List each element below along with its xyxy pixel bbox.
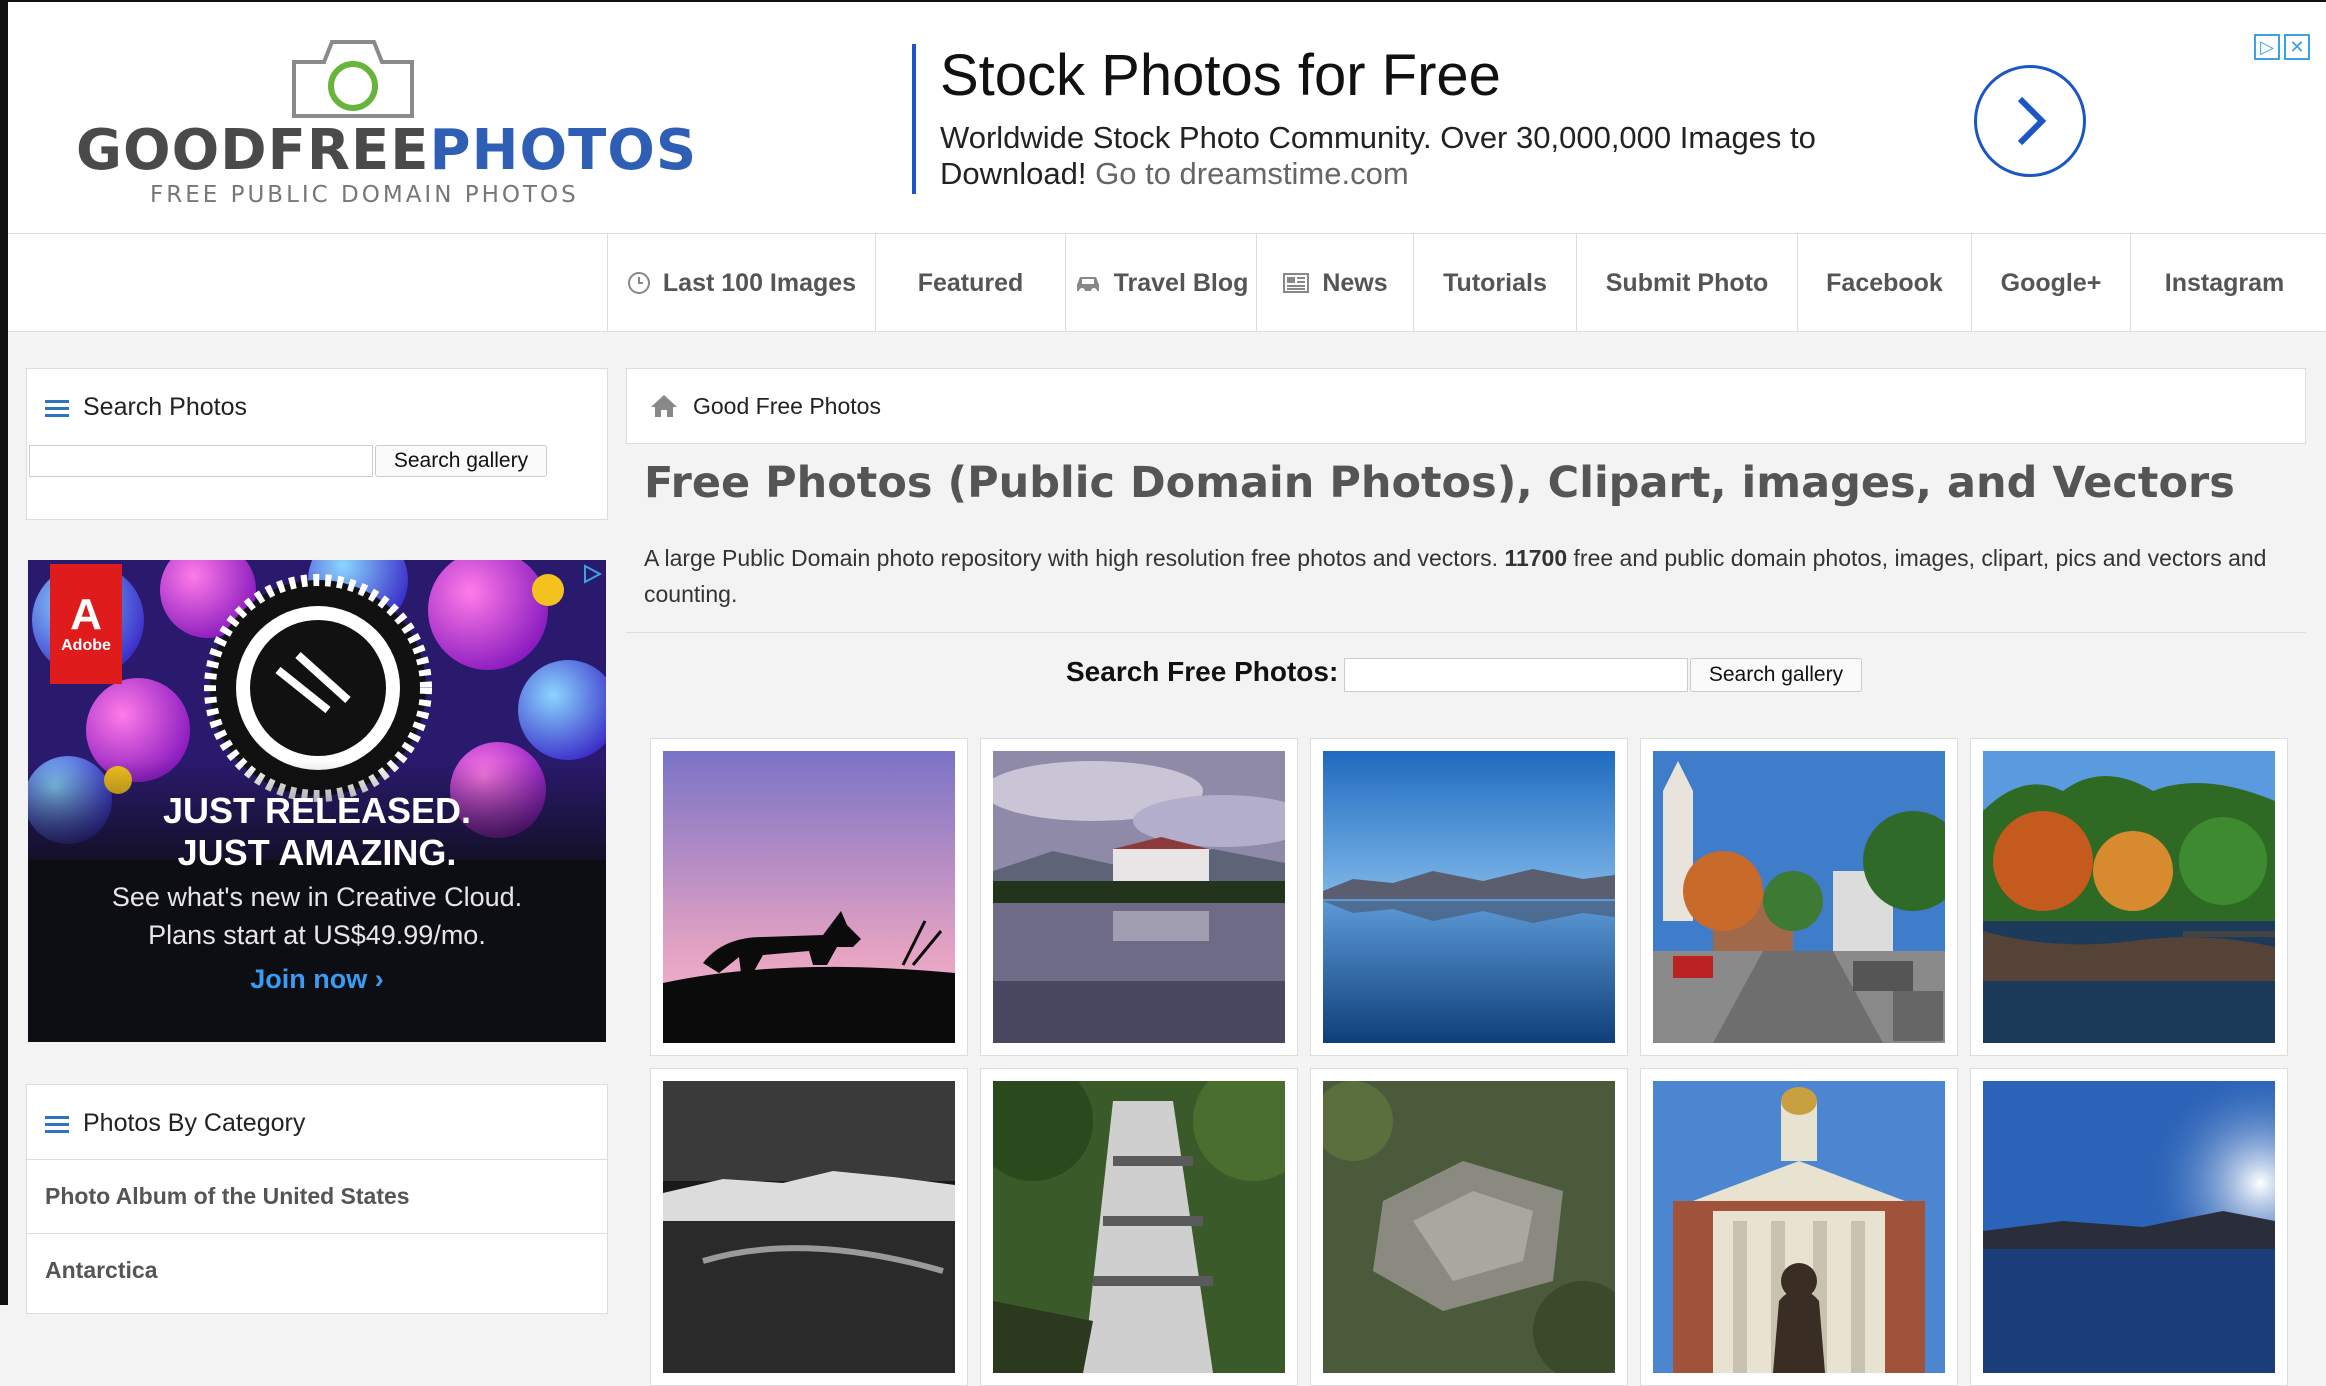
sidebar-ad[interactable]: A Adobe JUST RELEASED. JUST AMAZING. See … (28, 560, 606, 1042)
nav-tutorials[interactable]: Tutorials (1413, 234, 1576, 332)
breadcrumb-home-link[interactable]: Good Free Photos (693, 393, 881, 420)
clock-icon (627, 272, 650, 294)
main-search-input[interactable] (1344, 658, 1688, 692)
ad-close-icon[interactable]: ✕ (2284, 34, 2310, 60)
page-title: Free Photos (Public Domain Photos), Clip… (644, 458, 2235, 508)
nav-news[interactable]: News (1256, 234, 1413, 332)
camera-logo-icon (292, 40, 414, 118)
category-item[interactable]: Antarctica (45, 1257, 157, 1284)
site-logo[interactable]: GOODFREEPHOTOS FREE PUBLIC DOMAIN PHOTOS (68, 30, 696, 220)
nav-featured[interactable]: Featured (875, 234, 1065, 332)
photo-thumbnail-town-street-autumn[interactable] (1640, 738, 1958, 1056)
car-icon (1076, 277, 1099, 294)
category-item[interactable]: Photo Album of the United States (45, 1183, 410, 1210)
adobe-logo: A Adobe (50, 564, 122, 684)
page-description: A large Public Domain photo repository w… (644, 545, 2267, 607)
ad-headline: JUST RELEASED. JUST AMAZING. (162, 790, 472, 873)
sidebar-search-button[interactable]: Search gallery (375, 445, 547, 477)
adchoices-play-icon[interactable]: ▷ (2254, 34, 2280, 60)
search-photos-panel: Search Photos Search gallery (26, 368, 608, 520)
nav-last-100-images[interactable]: Last 100 Images (607, 234, 875, 332)
ad-accent-bar (912, 44, 916, 194)
top-banner-ad[interactable]: Stock Photos for Free Worldwide Stock Ph… (912, 42, 2112, 194)
logo-tagline: FREE PUBLIC DOMAIN PHOTOS (150, 182, 579, 208)
category-panel: Photos By Category Photo Album of the Un… (26, 1084, 608, 1314)
photo-thumbnail-snowy-mountains[interactable] (650, 1068, 968, 1386)
ad-description-line2: Download! Go to dreamstime.com (940, 156, 1409, 191)
home-icon[interactable] (649, 393, 679, 419)
nav-travel-blog[interactable]: Travel Blog (1065, 234, 1256, 332)
photo-thumbnail-mountain-lake-reflection[interactable] (1310, 738, 1628, 1056)
ad-description-line1: Worldwide Stock Photo Community. Over 30… (940, 120, 1816, 155)
sidebar-search-input[interactable] (29, 445, 373, 477)
ad-body: See what's new in Creative Cloud. Plans s… (111, 882, 523, 950)
photo-count: 11700 (1504, 545, 1568, 571)
divider (27, 1159, 607, 1160)
adchoices[interactable]: ▷ ✕ (2254, 34, 2312, 60)
search-photos-title: Search Photos (45, 393, 247, 422)
main-search-button[interactable]: Search gallery (1690, 658, 1862, 692)
photo-thumbnail-hotel-lake-reflection[interactable] (980, 738, 1298, 1056)
photo-thumbnail-autumn-pond[interactable] (1970, 738, 2288, 1056)
menu-icon (45, 396, 69, 421)
nav-instagram[interactable]: Instagram (2130, 234, 2318, 332)
ad-next-arrow-icon[interactable] (1974, 65, 2086, 177)
newspaper-icon (1283, 273, 1310, 293)
photo-thumbnail-sunlit-lake[interactable] (1970, 1068, 2288, 1386)
breadcrumb: Good Free Photos (626, 368, 2306, 444)
main-nav: Last 100 Images Featured Travel Blog New… (8, 234, 2326, 332)
photo-thumbnail-fox-silhouette[interactable] (650, 738, 968, 1056)
divider (27, 1233, 607, 1234)
divider (626, 632, 2306, 633)
photo-thumbnail-waterfall[interactable] (980, 1068, 1298, 1386)
logo-wordmark: GOODFREEPHOTOS (76, 118, 698, 183)
site-header: GOODFREEPHOTOS FREE PUBLIC DOMAIN PHOTOS… (8, 2, 2326, 234)
photo-thumbnail-aerial-rocks[interactable] (1310, 1068, 1628, 1386)
nav-facebook[interactable]: Facebook (1797, 234, 1971, 332)
menu-icon (45, 1112, 69, 1137)
category-title: Photos By Category (45, 1109, 305, 1138)
adchoices-icon[interactable] (580, 562, 604, 586)
ad-headline: Stock Photos for Free (940, 43, 1501, 108)
ad-join-now-link[interactable]: Join now › (28, 964, 606, 995)
nav-google-plus[interactable]: Google+ (1971, 234, 2130, 332)
main-search-label: Search Free Photos: (1066, 656, 1339, 687)
photo-thumbnail-courthouse-statue[interactable] (1640, 1068, 1958, 1386)
nav-submit-photo[interactable]: Submit Photo (1576, 234, 1797, 332)
ad-link[interactable]: Go to dreamstime.com (1095, 156, 1409, 191)
